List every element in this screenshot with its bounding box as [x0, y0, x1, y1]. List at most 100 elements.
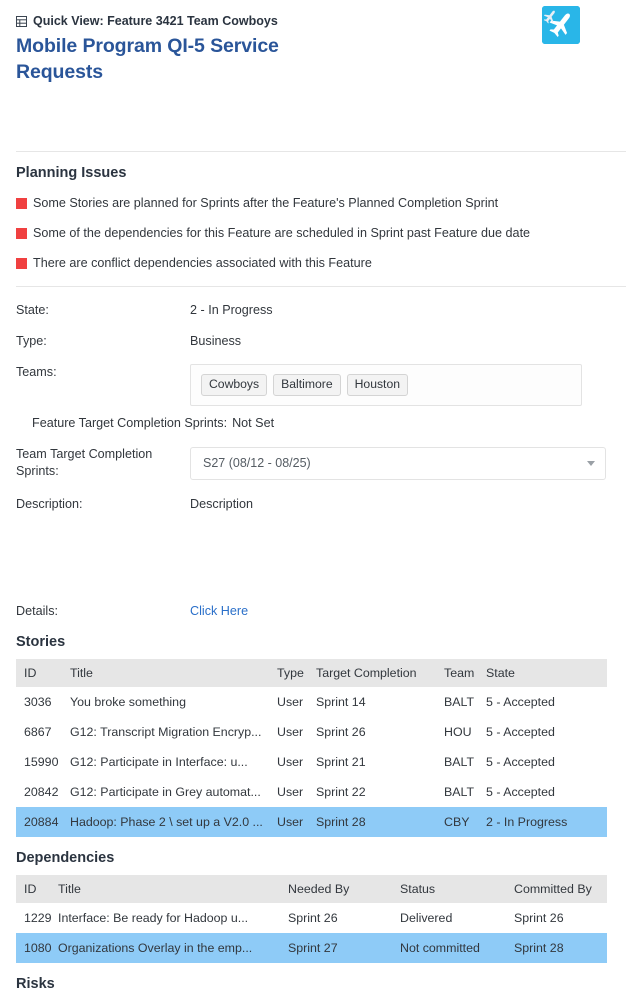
story-title: G12: Participate in Grey automat...: [70, 785, 261, 800]
table-row[interactable]: 20842 G12: Participate in Grey automat..…: [16, 777, 607, 807]
breadcrumb-label: Quick View: Feature 3421 Team Cowboys: [33, 14, 278, 28]
table-row[interactable]: 1229 Interface: Be ready for Hadoop u...…: [16, 903, 607, 933]
dependencies-table-header-row: ID Title Needed By Status Committed By: [16, 875, 607, 904]
table-row[interactable]: 1080 Organizations Overlay in the emp...…: [16, 933, 607, 964]
dependencies-col-id[interactable]: ID: [16, 875, 58, 904]
field-description-label: Description:: [16, 497, 83, 512]
planning-issues-section: Planning Issues Some Stories are planned…: [0, 152, 642, 271]
quick-view-page: Quick View: Feature 3421 Team Cowboys Mo…: [0, 0, 642, 992]
field-type: Type: Business: [16, 333, 626, 350]
dependencies-col-committed-by[interactable]: Committed By: [514, 875, 607, 904]
dependency-needed-by: Sprint 27: [288, 941, 338, 956]
warning-square-icon: [16, 198, 27, 210]
story-type: User: [277, 695, 304, 710]
story-state: 5 - Accepted: [486, 725, 555, 740]
dependency-title: Interface: Be ready for Hadoop u...: [58, 911, 249, 926]
airplane-logo-icon: [542, 6, 580, 44]
team-chip-houston[interactable]: Houston: [346, 374, 409, 397]
story-id[interactable]: 20842: [16, 777, 70, 807]
stories-col-team[interactable]: Team: [444, 659, 486, 688]
field-team-target-label: Team Target Completion Sprints:: [16, 447, 153, 479]
stories-col-type[interactable]: Type: [277, 659, 316, 688]
dependencies-col-title[interactable]: Title: [58, 875, 288, 904]
stories-heading: Stories: [16, 634, 66, 651]
table-row[interactable]: 3036 You broke something User Sprint 14 …: [16, 687, 607, 717]
field-description: Description: Description: [16, 496, 626, 513]
story-type: User: [277, 815, 304, 830]
story-id[interactable]: 15990: [16, 747, 70, 777]
story-id[interactable]: 20884: [16, 807, 70, 837]
details-click-here-link[interactable]: Click Here: [190, 603, 248, 620]
page-header: Quick View: Feature 3421 Team Cowboys Mo…: [0, 0, 642, 85]
field-type-value: Business: [190, 334, 242, 348]
story-target-completion: Sprint 21: [316, 755, 366, 770]
team-chip-cowboys[interactable]: Cowboys: [201, 374, 268, 397]
dependency-committed-by: Sprint 26: [514, 911, 564, 926]
field-description-value: Description: [190, 497, 253, 512]
chevron-down-icon: [587, 460, 595, 466]
field-type-label: Type:: [16, 334, 47, 348]
stories-col-title[interactable]: Title: [70, 659, 277, 688]
table-row[interactable]: 15990 G12: Participate in Interface: u..…: [16, 747, 607, 777]
planning-issue-item: There are conflict dependencies associat…: [16, 256, 626, 271]
teams-chip-container: Cowboys Baltimore Houston: [190, 364, 582, 407]
planning-issues-heading: Planning Issues: [16, 165, 127, 182]
planning-issue-item: Some Stories are planned for Sprints aft…: [16, 197, 626, 211]
dependency-committed-by: Sprint 28: [514, 941, 564, 956]
story-type: User: [277, 755, 304, 770]
warning-square-icon: [16, 228, 27, 240]
table-row[interactable]: 6867 G12: Transcript Migration Encryp...…: [16, 717, 607, 747]
field-feature-target-label: Feature Target Completion Sprints:: [32, 416, 228, 431]
story-state: 5 - Accepted: [486, 785, 555, 800]
field-state-value: 2 - In Progress: [190, 303, 273, 317]
story-title: You broke something: [70, 695, 186, 710]
field-teams-label: Teams:: [16, 365, 57, 379]
stories-section: Stories ID Title Type Target Completion …: [0, 634, 642, 838]
field-team-target-completion: Team Target Completion Sprints: S27 (08/…: [16, 446, 626, 480]
story-team: CBY: [444, 815, 470, 830]
field-feature-target-value: Not Set: [232, 416, 275, 431]
planning-issue-item: Some of the dependencies for this Featur…: [16, 226, 626, 241]
page-title: Mobile Program QI-5 Service Requests: [16, 35, 279, 83]
field-state: State: 2 - In Progress: [16, 302, 626, 319]
stories-table-header-row: ID Title Type Target Completion Team Sta…: [16, 659, 607, 688]
breadcrumb: Quick View: Feature 3421 Team Cowboys: [16, 14, 626, 29]
planning-issue-text: There are conflict dependencies associat…: [33, 256, 372, 271]
dependency-id[interactable]: 1229: [16, 903, 58, 933]
stories-col-id[interactable]: ID: [16, 659, 70, 688]
dependencies-col-status[interactable]: Status: [400, 875, 514, 904]
dependency-id[interactable]: 1080: [16, 933, 58, 963]
dependencies-heading: Dependencies: [16, 850, 115, 867]
team-chip-baltimore[interactable]: Baltimore: [273, 374, 341, 397]
field-details: Details: Click Here: [16, 603, 626, 620]
warning-square-icon: [16, 258, 27, 270]
team-target-sprint-select[interactable]: S27 (08/12 - 08/25): [190, 446, 606, 480]
stories-table: ID Title Type Target Completion Team Sta…: [16, 659, 607, 838]
story-type: User: [277, 725, 304, 740]
story-id[interactable]: 6867: [16, 717, 70, 747]
story-target-completion: Sprint 14: [316, 695, 366, 710]
story-type: User: [277, 785, 304, 800]
planning-issues-list: Some Stories are planned for Sprints aft…: [0, 197, 642, 271]
dependency-status: Not committed: [400, 941, 480, 956]
table-row[interactable]: 20884 Hadoop: Phase 2 \ set up a V2.0 ..…: [16, 807, 607, 838]
story-target-completion: Sprint 28: [316, 815, 366, 830]
story-target-completion: Sprint 22: [316, 785, 366, 800]
stories-col-target-completion[interactable]: Target Completion: [316, 659, 444, 688]
field-feature-target-completion: Feature Target Completion Sprints: Not Se…: [16, 416, 626, 430]
dependencies-col-needed-by[interactable]: Needed By: [288, 875, 400, 904]
dependency-needed-by: Sprint 26: [288, 911, 338, 926]
story-id[interactable]: 3036: [16, 687, 70, 717]
story-state: 2 - In Progress: [486, 815, 568, 830]
dependencies-section: Dependencies ID Title Needed By Status C…: [0, 850, 642, 964]
story-title: G12: Participate in Interface: u...: [70, 755, 248, 770]
story-team: BALT: [444, 755, 475, 770]
story-state: 5 - Accepted: [486, 695, 555, 710]
story-team: BALT: [444, 785, 475, 800]
description-body-spacer: [16, 513, 626, 603]
story-state: 5 - Accepted: [486, 755, 555, 770]
dependencies-table: ID Title Needed By Status Committed By 1…: [16, 875, 607, 964]
stories-col-state[interactable]: State: [486, 659, 607, 688]
